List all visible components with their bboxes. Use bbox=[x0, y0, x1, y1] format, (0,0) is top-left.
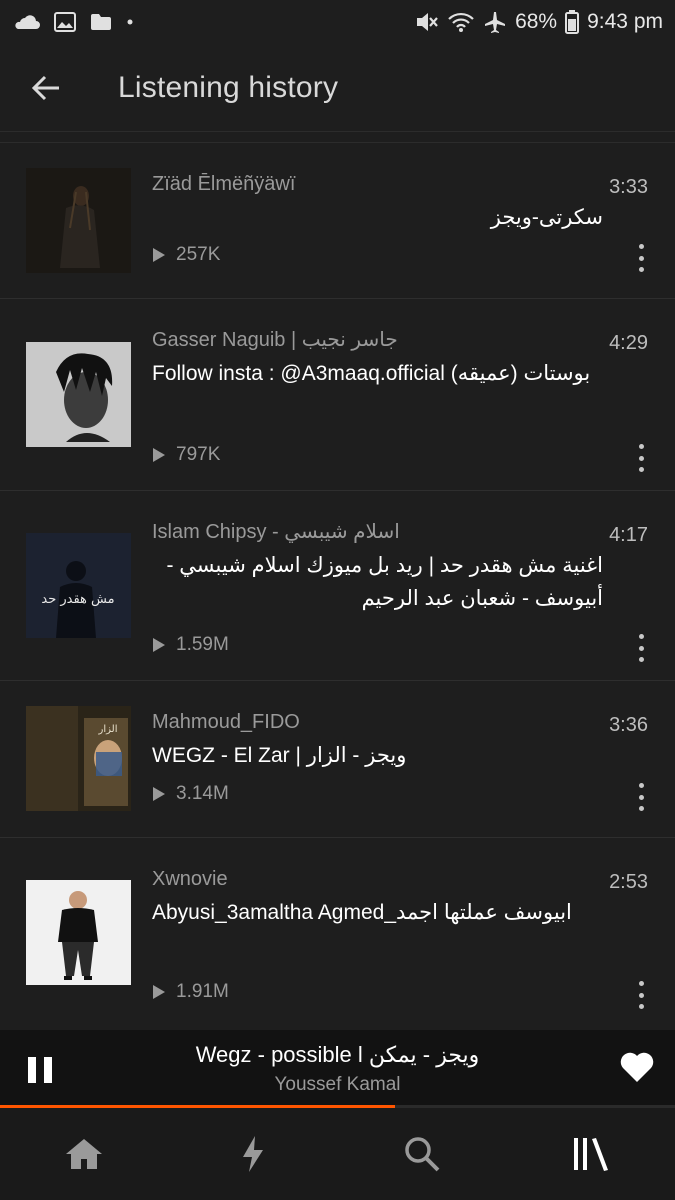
airplane-icon bbox=[483, 10, 507, 34]
app-bar: Listening history bbox=[0, 44, 675, 132]
track-artwork: مش هقدر حد bbox=[26, 533, 131, 638]
play-count-value: 1.91M bbox=[176, 981, 229, 1002]
play-count-value: 257K bbox=[176, 244, 221, 265]
track-row[interactable]: Gasser Naguib | جاسر نجيب Follow insta :… bbox=[0, 299, 675, 491]
track-artist: Zïäd Ēlmëñÿäwï bbox=[152, 173, 296, 195]
nav-library[interactable] bbox=[506, 1108, 675, 1200]
track-artwork bbox=[26, 880, 131, 985]
play-count-value: 1.59M bbox=[176, 634, 229, 655]
track-title: سكرتى-ويجز bbox=[490, 206, 603, 229]
track-title: Follow insta : @A3maaq.official بوستات (… bbox=[152, 362, 591, 385]
artwork-caption: الزار bbox=[98, 724, 118, 735]
battery-icon bbox=[565, 10, 580, 34]
wifi-icon bbox=[447, 11, 475, 33]
track-row[interactable]: Zïäd Ēlmëñÿäwï سكرتى-ويجز 257K 3:33 bbox=[0, 143, 675, 299]
track-duration: 2:53 bbox=[609, 871, 648, 893]
track-title: اغنية مش هقدر حد | ريد بل ميوزك اسلام شي… bbox=[166, 554, 603, 610]
more-options-button[interactable] bbox=[633, 783, 649, 811]
lightning-icon bbox=[243, 1136, 264, 1172]
artwork-caption: مش هقدر حد bbox=[41, 592, 114, 607]
track-artist: Xwnovie bbox=[152, 868, 228, 890]
track-artwork bbox=[26, 168, 131, 273]
track-duration: 4:17 bbox=[609, 524, 648, 546]
bottom-nav bbox=[0, 1108, 675, 1200]
play-icon bbox=[153, 448, 165, 462]
mini-player[interactable]: Wegz - possible l ويجز - يمكن Youssef Ka… bbox=[0, 1030, 675, 1108]
track-row[interactable]: Xwnovie Abyusi_3amaltha Agmed_ابيوسف عمل… bbox=[0, 838, 675, 1030]
search-icon bbox=[405, 1137, 440, 1172]
nav-stream[interactable] bbox=[169, 1108, 338, 1200]
pause-button[interactable] bbox=[28, 1057, 52, 1083]
track-artwork bbox=[26, 342, 131, 447]
image-icon bbox=[54, 12, 76, 32]
home-icon bbox=[66, 1139, 103, 1169]
play-count: 1.91M bbox=[152, 981, 229, 1003]
play-count-value: 3.14M bbox=[176, 783, 229, 804]
nav-search[interactable] bbox=[338, 1108, 507, 1200]
arrow-left-icon bbox=[31, 75, 59, 100]
dot-icon bbox=[126, 18, 134, 26]
track-duration: 3:33 bbox=[609, 176, 648, 198]
like-button[interactable] bbox=[619, 1051, 655, 1085]
nav-home[interactable] bbox=[0, 1108, 169, 1200]
play-icon bbox=[153, 985, 165, 999]
play-count: 1.59M bbox=[152, 634, 229, 656]
more-options-button[interactable] bbox=[633, 634, 649, 662]
now-playing-artist: Youssef Kamal bbox=[274, 1074, 401, 1095]
play-count: 797K bbox=[152, 444, 220, 466]
library-icon bbox=[573, 1138, 608, 1171]
track-artist: Gasser Naguib | جاسر نجيب bbox=[152, 329, 398, 351]
status-bar: 68% 9:43 pm bbox=[0, 0, 675, 44]
play-icon bbox=[153, 248, 165, 262]
status-time: 9:43 pm bbox=[587, 10, 663, 33]
track-list: Zïäd Ēlmëñÿäwï سكرتى-ويجز 257K 3:33 Gass… bbox=[0, 142, 675, 1030]
play-icon bbox=[153, 787, 165, 801]
track-row[interactable]: مش هقدر حد Islam Chipsy - اسلام شيبسي اغ… bbox=[0, 491, 675, 681]
track-artist: Mahmoud_FIDO bbox=[152, 711, 300, 733]
track-title: WEGZ - El Zar | ويجز - الزار bbox=[152, 744, 407, 767]
more-options-button[interactable] bbox=[633, 244, 649, 272]
more-options-button[interactable] bbox=[633, 981, 649, 1009]
play-count: 257K bbox=[152, 244, 220, 266]
mute-icon bbox=[415, 11, 439, 33]
back-button[interactable] bbox=[0, 44, 92, 132]
track-row[interactable]: الزار Mahmoud_FIDO WEGZ - El Zar | ويجز … bbox=[0, 681, 675, 838]
battery-percent: 68% bbox=[515, 10, 558, 33]
track-artist: Islam Chipsy - اسلام شيبسي bbox=[152, 521, 400, 543]
track-title: Abyusi_3amaltha Agmed_ابيوسف عملتها اجمد bbox=[152, 901, 572, 924]
play-icon bbox=[153, 638, 165, 652]
folder-icon bbox=[90, 13, 112, 31]
now-playing-title: Wegz - possible l ويجز - يمكن bbox=[195, 1042, 480, 1067]
more-options-button[interactable] bbox=[633, 444, 649, 472]
page-title: Listening history bbox=[118, 70, 339, 104]
play-count-value: 797K bbox=[176, 444, 221, 465]
track-artwork: الزار bbox=[26, 706, 131, 811]
track-duration: 4:29 bbox=[609, 332, 648, 354]
soundcloud-icon bbox=[12, 14, 40, 30]
play-count: 3.14M bbox=[152, 783, 229, 805]
track-duration: 3:36 bbox=[609, 714, 648, 736]
heart-icon bbox=[620, 1052, 654, 1082]
